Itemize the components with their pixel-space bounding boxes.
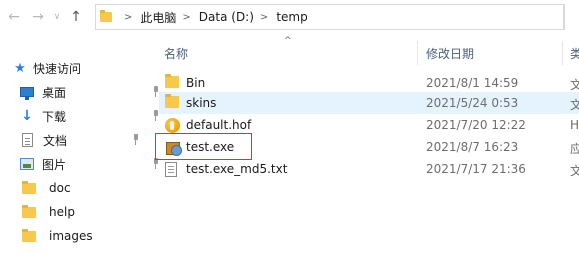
breadcrumb-separator-icon[interactable]: > — [182, 12, 190, 23]
quick-access-item[interactable]: ★ 快速访问 — [12, 57, 81, 79]
recent-locations-chevron-icon[interactable]: ∨ — [51, 8, 63, 26]
sidebar-item-label: 图片 — [42, 157, 67, 172]
sidebar-item-images[interactable]: images — [22, 225, 93, 247]
file-modified: 2021/8/7 16:23 — [426, 140, 519, 154]
file-modified: 2021/7/17 21:36 — [426, 162, 526, 176]
file-type: H — [570, 118, 579, 132]
sidebar-item-pictures[interactable]: 图片 — [20, 153, 158, 175]
download-icon: ↓ — [21, 108, 33, 124]
address-bar[interactable]: > 此电脑 > Data (D:) > temp — [95, 4, 565, 30]
file-row[interactable]: test.exe_md5.txt 2021/7/17 21:36 文 — [159, 158, 579, 180]
sidebar-item-label: images — [49, 229, 93, 243]
back-arrow-icon[interactable]: ← — [5, 8, 23, 26]
address-bar-divider — [563, 5, 564, 29]
column-divider[interactable] — [417, 41, 418, 65]
text-file-icon — [165, 162, 177, 177]
file-type: 文 — [570, 164, 579, 178]
folder-icon — [165, 74, 179, 88]
breadcrumb-separator-icon[interactable]: > — [124, 12, 132, 23]
highlight-annotation-box — [155, 133, 252, 160]
star-icon: ★ — [14, 60, 26, 76]
file-name: test.exe_md5.txt — [186, 162, 288, 176]
navigation-bar: ← → ∨ ↑ > 此电脑 > Data (D:) > temp — [0, 0, 579, 34]
sidebar-item-documents[interactable]: 文档 — [22, 129, 150, 151]
sidebar-item-help[interactable]: help — [22, 201, 75, 223]
forward-arrow-icon[interactable]: → — [29, 8, 47, 26]
column-divider[interactable] — [562, 41, 563, 65]
sidebar-item-label: 下载 — [42, 109, 67, 124]
column-header-row: 名称 修改日期 类 — [152, 41, 579, 65]
document-icon — [22, 133, 33, 147]
breadcrumb-data-drive[interactable]: Data (D:) — [199, 10, 254, 24]
file-row[interactable]: Bin 2021/8/1 14:59 文 — [159, 72, 579, 94]
file-modified: 2021/5/24 0:53 — [426, 96, 519, 110]
sidebar-item-label: help — [49, 205, 75, 219]
column-header-name[interactable]: 名称 — [164, 45, 188, 62]
folder-icon — [100, 10, 112, 22]
up-arrow-icon[interactable]: ↑ — [67, 8, 85, 26]
file-name: Bin — [186, 76, 206, 90]
folder-icon — [22, 204, 36, 218]
file-row[interactable]: skins 2021/5/24 0:53 文 — [159, 92, 579, 114]
sidebar-item-label: doc — [49, 181, 71, 195]
file-type: 应 — [570, 142, 579, 156]
file-name: default.hof — [186, 118, 252, 132]
sidebar-item-doc[interactable]: doc — [22, 177, 71, 199]
column-header-type[interactable]: 类 — [570, 45, 579, 62]
file-type: 文 — [570, 98, 579, 112]
breadcrumb-separator-icon[interactable]: > — [260, 12, 268, 23]
sidebar-item-label: 桌面 — [42, 85, 67, 100]
desktop-icon — [20, 87, 34, 100]
breadcrumb-temp[interactable]: temp — [276, 10, 307, 24]
sidebar-item-label: 文档 — [43, 133, 68, 148]
file-modified: 2021/8/1 14:59 — [426, 76, 519, 90]
file-name: skins — [186, 96, 217, 110]
folder-icon — [165, 94, 179, 108]
hof-file-icon — [165, 118, 180, 133]
sidebar-item-downloads[interactable]: ↓ 下载 — [20, 105, 158, 127]
breadcrumb-this-pc[interactable]: 此电脑 — [140, 9, 176, 26]
navigation-pane: ★ 快速访问 桌面 ↓ 下载 文档 图片 doc help images — [0, 34, 158, 255]
sidebar-item-desktop[interactable]: 桌面 — [20, 81, 158, 103]
folder-icon — [22, 228, 36, 242]
file-modified: 2021/7/20 12:22 — [426, 118, 526, 132]
pictures-icon — [20, 158, 34, 170]
folder-icon — [22, 180, 36, 194]
column-header-modified[interactable]: 修改日期 — [426, 45, 474, 62]
pin-icon — [131, 134, 141, 146]
file-type: 文 — [570, 78, 579, 92]
quick-access-label: 快速访问 — [33, 61, 82, 76]
